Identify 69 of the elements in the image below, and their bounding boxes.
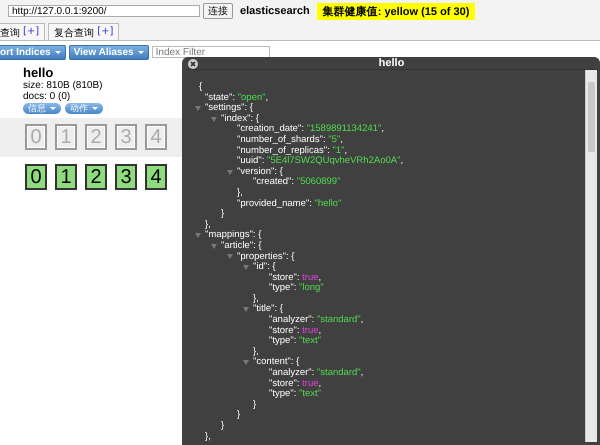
expand-toggle-icon[interactable] [227, 170, 233, 175]
tab[interactable]: 查询 [+] [0, 23, 46, 40]
tab-label[interactable]: 复合查询 [54, 26, 94, 38]
caret-icon [54, 50, 61, 54]
connect-button[interactable]: 连接 [203, 3, 233, 19]
index-name: hello [23, 66, 54, 80]
caret-icon [92, 107, 98, 110]
json-line: "type": "text" [269, 336, 322, 347]
expand-toggle-icon[interactable] [243, 307, 249, 312]
json-line: "mappings": { [205, 230, 262, 241]
expand-toggle-icon[interactable] [211, 244, 217, 249]
cluster-health-badge: 集群健康值: yellow (15 of 30) [316, 2, 476, 20]
tab-label[interactable]: 查询 [0, 26, 20, 38]
json-line: "properties": { [237, 252, 294, 262]
index-filter-field[interactable]: Index Filter [152, 46, 270, 58]
json-line: "uuid": "5E4l7SW2QUqvheVRh2Ao0A", [237, 156, 404, 167]
json-line: "created": "5060899" [253, 177, 340, 188]
scrollbar[interactable] [585, 70, 597, 442]
caret-icon [50, 107, 56, 110]
shard[interactable]: 3 [115, 164, 137, 190]
json-line: }, [205, 220, 211, 230]
expand-toggle-icon[interactable] [195, 106, 201, 111]
json-line: "title": { [253, 304, 283, 315]
json-line: "creation_date": "1589891134241", [237, 124, 384, 135]
json-line: "analyzer": "standard", [269, 315, 364, 326]
json-line: "number_of_shards": "5", [237, 134, 343, 146]
add-tab-link[interactable]: [+] [23, 26, 40, 38]
shard[interactable]: 0 [25, 164, 47, 190]
json-line: "provided_name": "hello" [237, 198, 342, 210]
json-line: "type": "text" [269, 389, 322, 400]
json-line: }, [253, 346, 259, 358]
expand-toggle-icon[interactable] [243, 264, 249, 270]
json-line: }, [237, 188, 243, 199]
json-line: "settings": { [205, 103, 253, 114]
json-line: "analyzer": "standard", [269, 368, 364, 379]
json-line: } [237, 410, 240, 421]
json-line: "number_of_replicas": "1", [237, 146, 348, 156]
json-line: { [199, 82, 202, 93]
index-docs: docs: 0 (0) [23, 91, 70, 102]
json-line: "id": { [253, 262, 276, 273]
expand-toggle-icon[interactable] [227, 254, 233, 260]
dialog-title: hello [378, 57, 404, 69]
shard[interactable]: 1 [55, 164, 77, 190]
close-icon[interactable] [188, 59, 198, 69]
json-line: "content": { [253, 357, 300, 368]
json-line: "state": "open", [205, 92, 268, 103]
json-line: } [221, 421, 224, 432]
index-size: size: 810B (810B) [23, 80, 102, 91]
json-line: } [253, 400, 256, 410]
json-line: "article": { [221, 240, 262, 252]
json-line: "store": true, [269, 326, 322, 336]
add-tab-link[interactable]: [+] [97, 26, 114, 38]
expand-toggle-icon[interactable] [243, 360, 249, 366]
caret-icon [138, 50, 144, 54]
shard[interactable]: 2 [85, 164, 107, 190]
json-line: "index": { [221, 114, 259, 124]
json-line: "store": true, [269, 272, 322, 283]
tab[interactable]: 复合查询 [+] [48, 23, 120, 40]
json-line: }, [253, 294, 259, 304]
json-line: }, [205, 432, 211, 442]
expand-toggle-icon[interactable] [195, 233, 201, 238]
json-line: "version": { [237, 166, 283, 177]
expand-toggle-icon[interactable] [211, 116, 217, 122]
cluster-name: elasticsearch [240, 5, 310, 17]
json-line: "store": true, [269, 378, 322, 390]
shard[interactable]: 4 [145, 164, 167, 190]
url-field[interactable]: http://127.0.0.1:9200/ [8, 5, 200, 17]
json-line: "type": "long" [269, 283, 324, 294]
json-line: } [221, 209, 224, 220]
